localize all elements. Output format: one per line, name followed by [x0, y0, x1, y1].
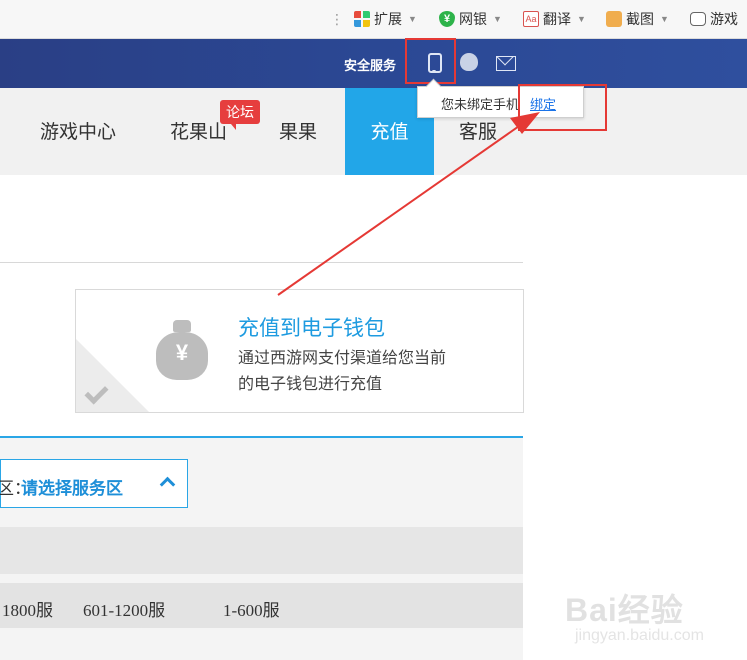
watermark-url: jingyan.baidu.com [575, 627, 704, 644]
baidu-jingyan-watermark: Bai经验 jingyan.baidu.com [565, 585, 745, 655]
annotation-arrow [277, 112, 540, 296]
watermark-brand: Bai经验 [565, 592, 684, 628]
